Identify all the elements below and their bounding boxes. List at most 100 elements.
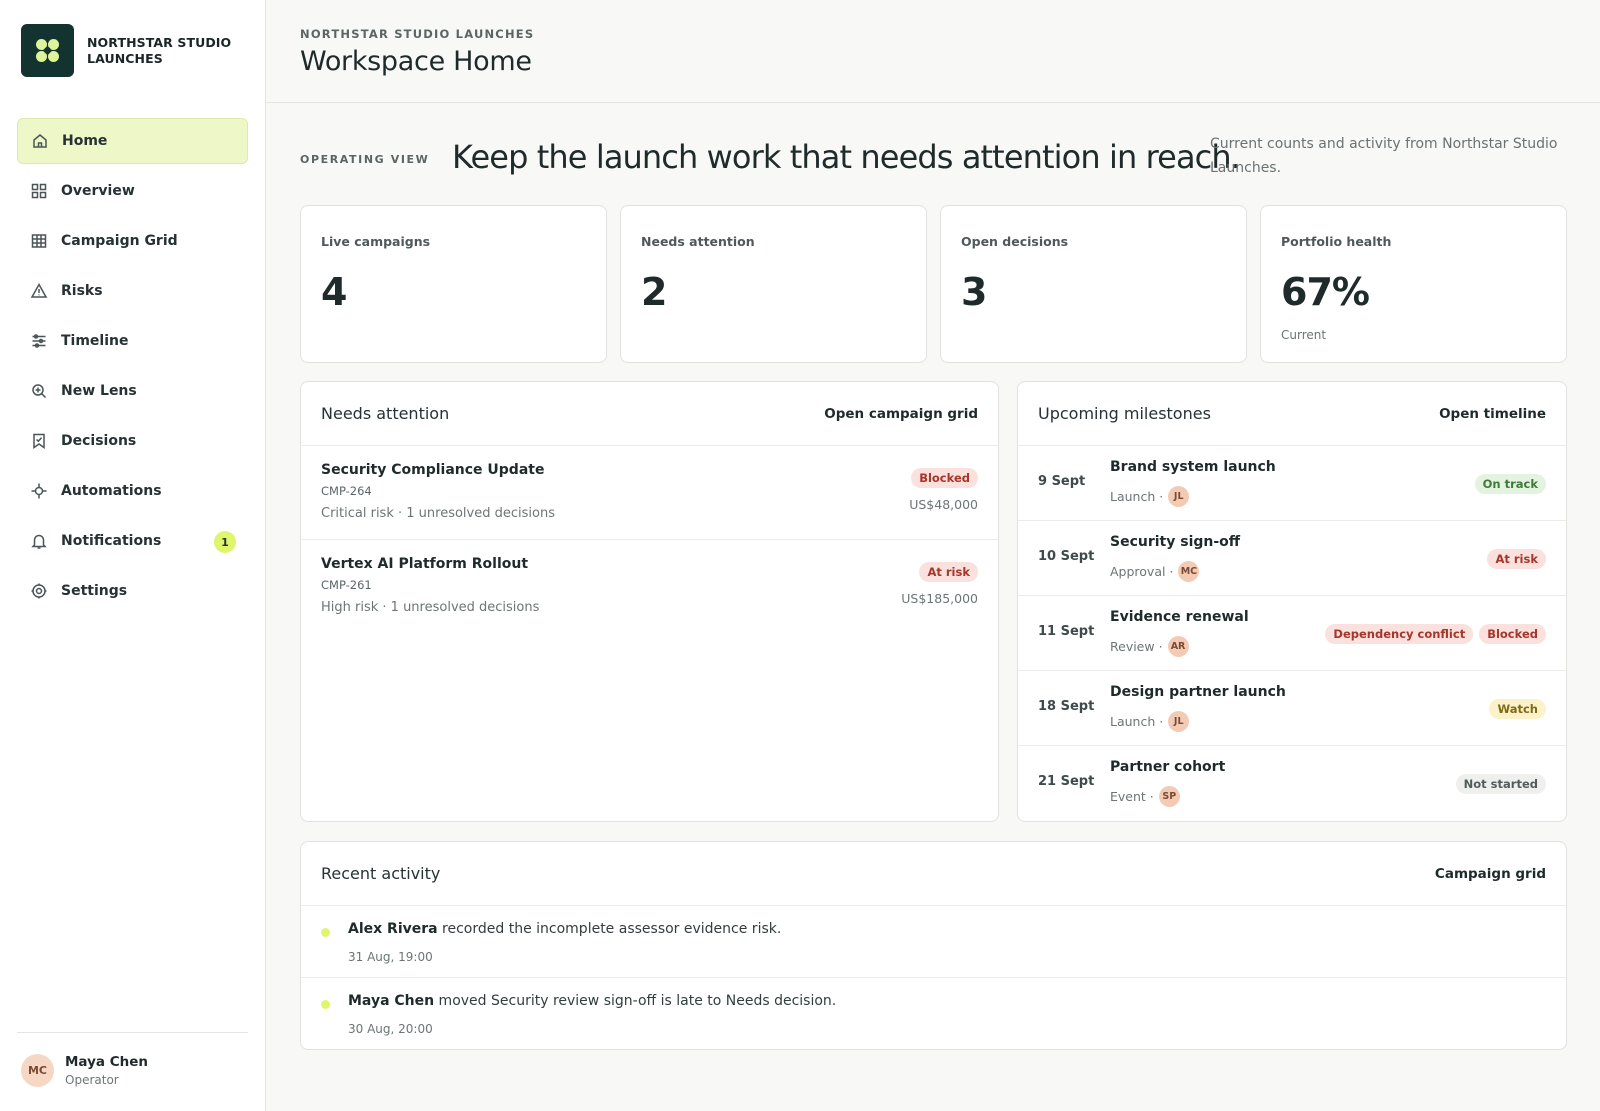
campaign-meta: Critical risk · 1 unresolved decisions — [321, 506, 555, 521]
milestone-type: Launch · — [1110, 489, 1164, 504]
sidebar-item-label: Campaign Grid — [61, 233, 178, 249]
sidebar-item-automations[interactable]: Automations — [17, 468, 248, 514]
metric-card-open-decisions: Open decisions 3 — [940, 205, 1247, 363]
sidebar-item-decisions[interactable]: Decisions — [17, 418, 248, 464]
sidebar-item-label: Notifications — [61, 533, 162, 549]
milestone-type: Approval · — [1110, 564, 1174, 579]
milestone-type: Event · — [1110, 789, 1154, 804]
sidebar-item-label: Risks — [61, 283, 103, 299]
sidebar-item-label: Overview — [61, 183, 135, 199]
activity-text: recorded the incomplete assessor evidenc… — [437, 921, 782, 937]
metric-label: Portfolio health — [1281, 234, 1392, 249]
milestone-date: 18 Sept — [1038, 699, 1095, 714]
status-badge: Blocked — [911, 468, 978, 488]
status-badge: Watch — [1489, 699, 1546, 719]
milestone-date: 21 Sept — [1038, 774, 1095, 789]
sidebar-item-label: New Lens — [61, 383, 137, 399]
activity-time: 31 Aug, 19:00 — [348, 950, 433, 964]
status-badge: On track — [1474, 474, 1546, 494]
milestone-date: 10 Sept — [1038, 549, 1095, 564]
sidebar-item-notifications[interactable]: Notifications 1 — [17, 518, 248, 564]
milestone-name: Security sign-off — [1110, 534, 1241, 550]
page-header: NORTHSTAR STUDIO LAUNCHES Workspace Home — [266, 0, 1600, 103]
milestone-date: 11 Sept — [1038, 624, 1095, 639]
milestone-row[interactable]: 21 Sept Partner cohort Event · SP Not sta… — [1018, 746, 1566, 821]
milestone-name: Design partner launch — [1110, 684, 1286, 700]
activity-text: moved Security review sign-off is late t… — [434, 993, 837, 1009]
sidebar: NORTHSTAR STUDIO LAUNCHES Home Overview … — [0, 0, 266, 1111]
activity-dot-icon — [321, 928, 330, 937]
campaign-name: Vertex AI Platform Rollout — [321, 556, 529, 572]
activity-actor: Alex Rivera — [348, 921, 438, 937]
upcoming-milestones-panel: Upcoming milestones Open timeline 9 Sept… — [1017, 381, 1567, 822]
sidebar-item-label: Decisions — [61, 433, 137, 449]
home-icon — [31, 132, 49, 150]
milestone-row[interactable]: 18 Sept Design partner launch Launch · JL… — [1018, 671, 1566, 746]
user-name: Maya Chen — [65, 1054, 149, 1070]
milestone-row[interactable]: 9 Sept Brand system launch Launch · JL On… — [1018, 446, 1566, 521]
sidebar-item-label: Timeline — [61, 333, 129, 349]
status-badge: At risk — [1487, 549, 1546, 569]
brand-name: NORTHSTAR STUDIO LAUNCHES — [87, 34, 232, 66]
bookmark-check-icon — [30, 432, 48, 450]
sidebar-item-overview[interactable]: Overview — [17, 168, 248, 214]
metric-value: 2 — [641, 270, 667, 314]
open-timeline-link[interactable]: Open timeline — [1439, 406, 1546, 422]
brand[interactable]: NORTHSTAR STUDIO LAUNCHES — [21, 24, 232, 77]
metric-subtext: Current — [1281, 328, 1327, 342]
panel-title: Needs attention — [321, 404, 450, 423]
milestone-row[interactable]: 11 Sept Evidence renewal Review · AR Depe… — [1018, 596, 1566, 671]
milestone-name: Evidence renewal — [1110, 609, 1249, 625]
status-badge: Not started — [1455, 774, 1546, 794]
warning-icon — [30, 282, 48, 300]
list-item[interactable]: Vertex AI Platform Rollout CMP-261 High … — [301, 540, 998, 634]
campaign-name: Security Compliance Update — [321, 462, 545, 478]
page-eyebrow: NORTHSTAR STUDIO LAUNCHES — [300, 27, 535, 41]
sidebar-item-risks[interactable]: Risks — [17, 268, 248, 314]
metric-label: Open decisions — [961, 234, 1069, 249]
campaign-grid-link[interactable]: Campaign grid — [1435, 866, 1546, 882]
campaign-code: CMP-261 — [321, 578, 372, 592]
page-title: Workspace Home — [300, 46, 532, 77]
grid-icon — [30, 182, 48, 200]
milestone-date: 9 Sept — [1038, 474, 1086, 489]
avatar: AR — [1167, 636, 1189, 657]
gear-icon — [30, 582, 48, 600]
zoom-in-icon — [30, 382, 48, 400]
metric-value: 4 — [321, 270, 347, 314]
sidebar-item-settings[interactable]: Settings — [17, 568, 248, 614]
milestone-row[interactable]: 10 Sept Security sign-off Approval · MC A… — [1018, 521, 1566, 596]
campaign-meta: High risk · 1 unresolved decisions — [321, 600, 540, 615]
milestone-name: Brand system launch — [1110, 459, 1276, 475]
notification-count-badge: 1 — [214, 531, 236, 553]
activity-item: Alex Rivera recorded the incomplete asse… — [301, 906, 1566, 978]
crosshair-icon — [30, 482, 48, 500]
metric-label: Needs attention — [641, 234, 755, 249]
milestone-type: Review · — [1110, 639, 1163, 654]
bell-icon — [30, 532, 48, 550]
milestone-type: Launch · — [1110, 714, 1164, 729]
open-campaign-grid-link[interactable]: Open campaign grid — [824, 406, 978, 422]
list-item[interactable]: Security Compliance Update CMP-264 Criti… — [301, 446, 998, 540]
avatar: JL — [1168, 486, 1190, 507]
operating-view-label: OPERATING VIEW — [300, 153, 430, 166]
sidebar-item-timeline[interactable]: Timeline — [17, 318, 248, 364]
user-profile[interactable]: MC Maya Chen Operator — [21, 1054, 148, 1087]
sidebar-item-home[interactable]: Home — [17, 118, 248, 164]
needs-attention-panel: Needs attention Open campaign grid Secur… — [300, 381, 999, 822]
status-badge: Dependency conflict — [1325, 624, 1474, 644]
activity-dot-icon — [321, 1000, 330, 1009]
avatar: SP — [1158, 786, 1180, 807]
sidebar-item-new-lens[interactable]: New Lens — [17, 368, 248, 414]
panel-title: Upcoming milestones — [1038, 404, 1211, 423]
panel-title: Recent activity — [321, 864, 441, 883]
sidebar-item-campaign-grid[interactable]: Campaign Grid — [17, 218, 248, 264]
sidebar-nav: Home Overview Campaign Grid Risks Timeli… — [17, 118, 248, 618]
operating-view-description: Current counts and activity from Northst… — [1210, 136, 1558, 176]
campaign-budget: US$185,000 — [901, 591, 978, 606]
status-badge: Blocked — [1479, 624, 1546, 644]
activity-actor: Maya Chen — [348, 993, 435, 1009]
sidebar-item-label: Settings — [61, 583, 128, 599]
sliders-icon — [30, 332, 48, 350]
sidebar-divider — [17, 1032, 248, 1033]
